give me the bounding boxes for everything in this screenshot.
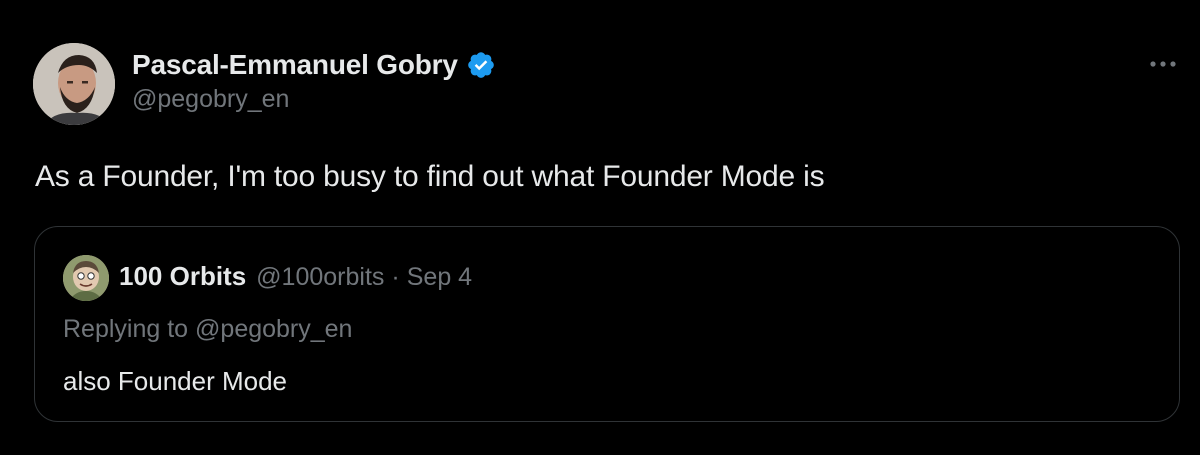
verified-badge-icon[interactable]	[466, 50, 496, 80]
quoted-author-avatar[interactable]	[63, 255, 109, 301]
quoted-tweet-card[interactable]: 100 Orbits @100orbits · Sep 4 Replying t…	[34, 226, 1180, 422]
quoted-tweet-text: also Founder Mode	[63, 366, 288, 396]
more-options-icon	[1150, 61, 1176, 67]
header-separator: ·	[391, 263, 400, 291]
author-name-row: Pascal-Emmanuel Gobry	[132, 47, 496, 83]
quoted-author-display-name[interactable]: 100 Orbits	[119, 261, 246, 292]
replying-to-label: Replying to	[63, 315, 189, 343]
quoted-author-handle[interactable]: @100orbits	[256, 263, 384, 292]
tweet: Pascal-Emmanuel Gobry @pegobry_en As a F…	[0, 0, 1200, 455]
quoted-tweet-header: 100 Orbits @100orbits · Sep 4	[119, 261, 472, 292]
author-display-name[interactable]: Pascal-Emmanuel Gobry	[132, 49, 458, 81]
person-avatar-icon	[63, 255, 109, 301]
person-avatar-icon	[33, 43, 115, 125]
replying-to-mention[interactable]: @pegobry_en	[195, 315, 352, 343]
author-handle[interactable]: @pegobry_en	[132, 85, 289, 114]
more-options-button[interactable]	[1143, 50, 1183, 78]
replying-to-line: Replying to @pegobry_en	[63, 315, 352, 344]
quoted-tweet-date[interactable]: Sep 4	[407, 263, 472, 292]
author-avatar[interactable]	[33, 43, 115, 125]
tweet-text: As a Founder, I'm too busy to find out w…	[35, 160, 825, 193]
